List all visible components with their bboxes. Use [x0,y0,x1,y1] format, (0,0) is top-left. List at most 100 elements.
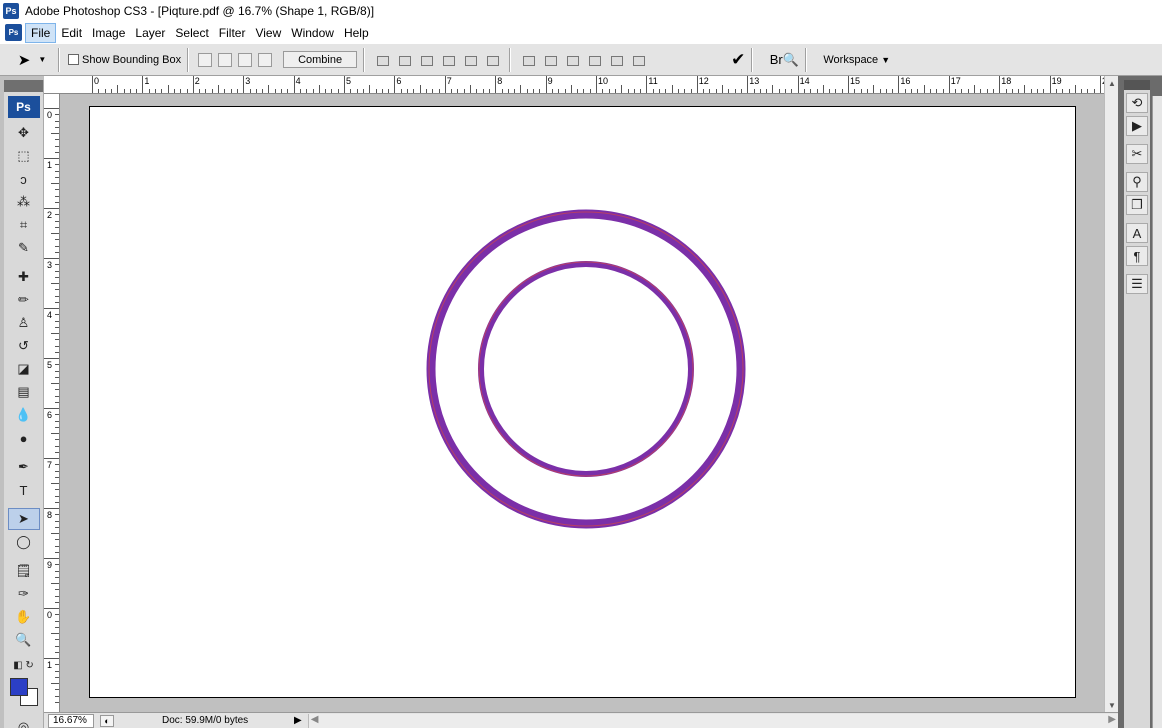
intersect-shape-areas-button[interactable] [238,52,253,67]
eyedropper-tool[interactable]: ✑ [8,583,40,605]
pen-tool[interactable]: ✒ [8,456,40,478]
show-bounding-box-checkbox[interactable]: Show Bounding Box [68,54,181,66]
healing-brush-icon: ✚ [18,269,29,284]
blur-icon: 💧 [15,407,32,422]
crop-tool[interactable]: ⌗ [8,214,40,236]
scroll-right-icon[interactable]: ▶ [1108,714,1116,725]
inner-ring-shape[interactable] [478,261,694,477]
shape-layer[interactable] [90,107,1077,699]
dodge-tool[interactable]: ● [8,427,40,449]
ruler-tick [1024,85,1026,93]
align-horizontal-center-icon[interactable] [462,53,478,67]
ruler-tick [55,301,59,303]
vertical-scrollbar[interactable]: ▲ ▼ [1104,76,1118,712]
clone-stamp-tool[interactable]: ♙ [8,312,40,334]
history-panel-icon[interactable]: ⟲ [1126,93,1148,113]
workspace-menu[interactable]: Workspace ▼ [823,54,890,66]
hand-tool[interactable]: ✋ [8,606,40,628]
layer-comps-panel-icon[interactable]: ☰ [1126,274,1148,294]
paragraph-panel-icon[interactable]: ¶ [1126,246,1148,266]
distribute-vertical-center-icon[interactable] [542,53,558,67]
outer-ring-shape[interactable] [426,209,746,529]
menu-help[interactable]: Help [339,24,374,42]
gradient-tool[interactable]: ▤ [8,381,40,403]
menu-select[interactable]: Select [170,24,213,42]
go-to-bridge-icon[interactable]: Br🔍 [769,49,799,71]
ruler-tick [841,89,843,93]
document-icon[interactable]: Ps [5,24,22,41]
status-options-icon[interactable]: ◐ [100,714,114,727]
lasso-tool[interactable]: ↄ [8,168,40,190]
align-bottom-icon[interactable] [418,53,434,67]
panel-grip[interactable] [1124,80,1150,90]
zoom-level-field[interactable]: 16.67% [48,713,94,728]
scroll-left-icon[interactable]: ◀ [311,714,319,725]
subtract-shape-area-button[interactable] [218,52,233,67]
menu-layer[interactable]: Layer [130,24,170,42]
align-vertical-center-icon[interactable] [396,53,412,67]
eraser-tool[interactable]: ◪ [8,358,40,380]
exclude-overlap-button[interactable] [258,52,273,67]
history-brush-tool[interactable]: ↺ [8,335,40,357]
menu-view[interactable]: View [250,24,286,42]
magic-wand-tool[interactable]: ⁂ [8,191,40,213]
brush-tool[interactable]: ✏ [8,289,40,311]
menu-filter[interactable]: Filter [214,24,251,42]
type-tool[interactable]: T [8,479,40,501]
clone-source-panel-icon[interactable]: ❐ [1126,195,1148,215]
tool-presets-panel-icon[interactable]: ✂ [1126,144,1148,164]
horizontal-scrollbar[interactable]: ◀ ▶ [307,713,1118,728]
ruler-tick [44,508,59,509]
notes-tool[interactable]: 🗒 [8,560,40,582]
actions-panel-icon[interactable]: ▶ [1126,116,1148,136]
toolbox-grip[interactable] [4,80,43,92]
marquee-tool[interactable]: ⬚ [8,145,40,167]
ruler-tick [51,433,59,434]
align-right-icon[interactable] [484,53,500,67]
foreground-color-swatch[interactable] [9,678,28,696]
add-to-shape-area-button[interactable] [198,52,213,67]
distribute-right-icon[interactable] [630,53,646,67]
slice-tool[interactable]: ✎ [8,237,40,259]
distribute-left-icon[interactable] [586,53,602,67]
ruler-tick [224,89,226,93]
expanded-panel-edge[interactable] [1152,96,1162,728]
healing-brush-tool[interactable]: ✚ [8,266,40,288]
swap-colors-icon[interactable]: ◧ ↻ [8,658,40,672]
ruler-tick [495,76,497,93]
vertical-ruler[interactable]: 0 1 2 3 4 5 6 7 8 9 0 1 [44,94,60,712]
document-canvas[interactable] [89,106,1076,698]
commit-checkmark-icon[interactable]: ✔ [731,50,745,70]
canvas-area[interactable] [60,94,1104,712]
menu-file[interactable]: File [25,22,57,43]
combine-button[interactable]: Combine [283,51,358,68]
distribute-horizontal-center-icon[interactable] [608,53,624,67]
ruler-tick [892,89,894,93]
checkbox-box[interactable] [68,54,79,65]
scroll-down-icon[interactable]: ▼ [1105,698,1119,712]
ruler-tick [816,89,818,93]
move-tool[interactable]: ✥ [8,122,40,144]
quick-mask-icon[interactable]: ◎ [8,716,40,728]
align-left-icon[interactable] [440,53,456,67]
path-selection-tool[interactable]: ➤ [7,508,40,530]
scroll-up-icon[interactable]: ▲ [1105,76,1119,90]
character-panel-icon[interactable]: A [1126,223,1148,243]
ellipse-tool[interactable]: ◯ [8,531,40,553]
horizontal-ruler[interactable]: 01234567891011121314151617181920 [44,76,1104,94]
ruler-top-label: 18 [1001,76,1012,86]
status-menu-arrow-icon[interactable]: ▶ [294,715,302,726]
align-top-icon[interactable] [374,53,390,67]
ruler-tick [44,358,59,359]
zoom-tool[interactable]: 🔍 [8,629,40,651]
pen-icon: ✒ [18,459,29,474]
tool-preset-picker[interactable]: ➤ ▼ [12,47,52,73]
menu-edit[interactable]: Edit [56,24,87,42]
panel-group-type: A ¶ [1124,223,1150,266]
menu-window[interactable]: Window [286,24,339,42]
distribute-top-icon[interactable] [520,53,536,67]
menu-image[interactable]: Image [87,24,130,42]
distribute-bottom-icon[interactable] [564,53,580,67]
blur-tool[interactable]: 💧 [8,404,40,426]
brushes-panel-icon[interactable]: ⚲ [1126,172,1148,192]
